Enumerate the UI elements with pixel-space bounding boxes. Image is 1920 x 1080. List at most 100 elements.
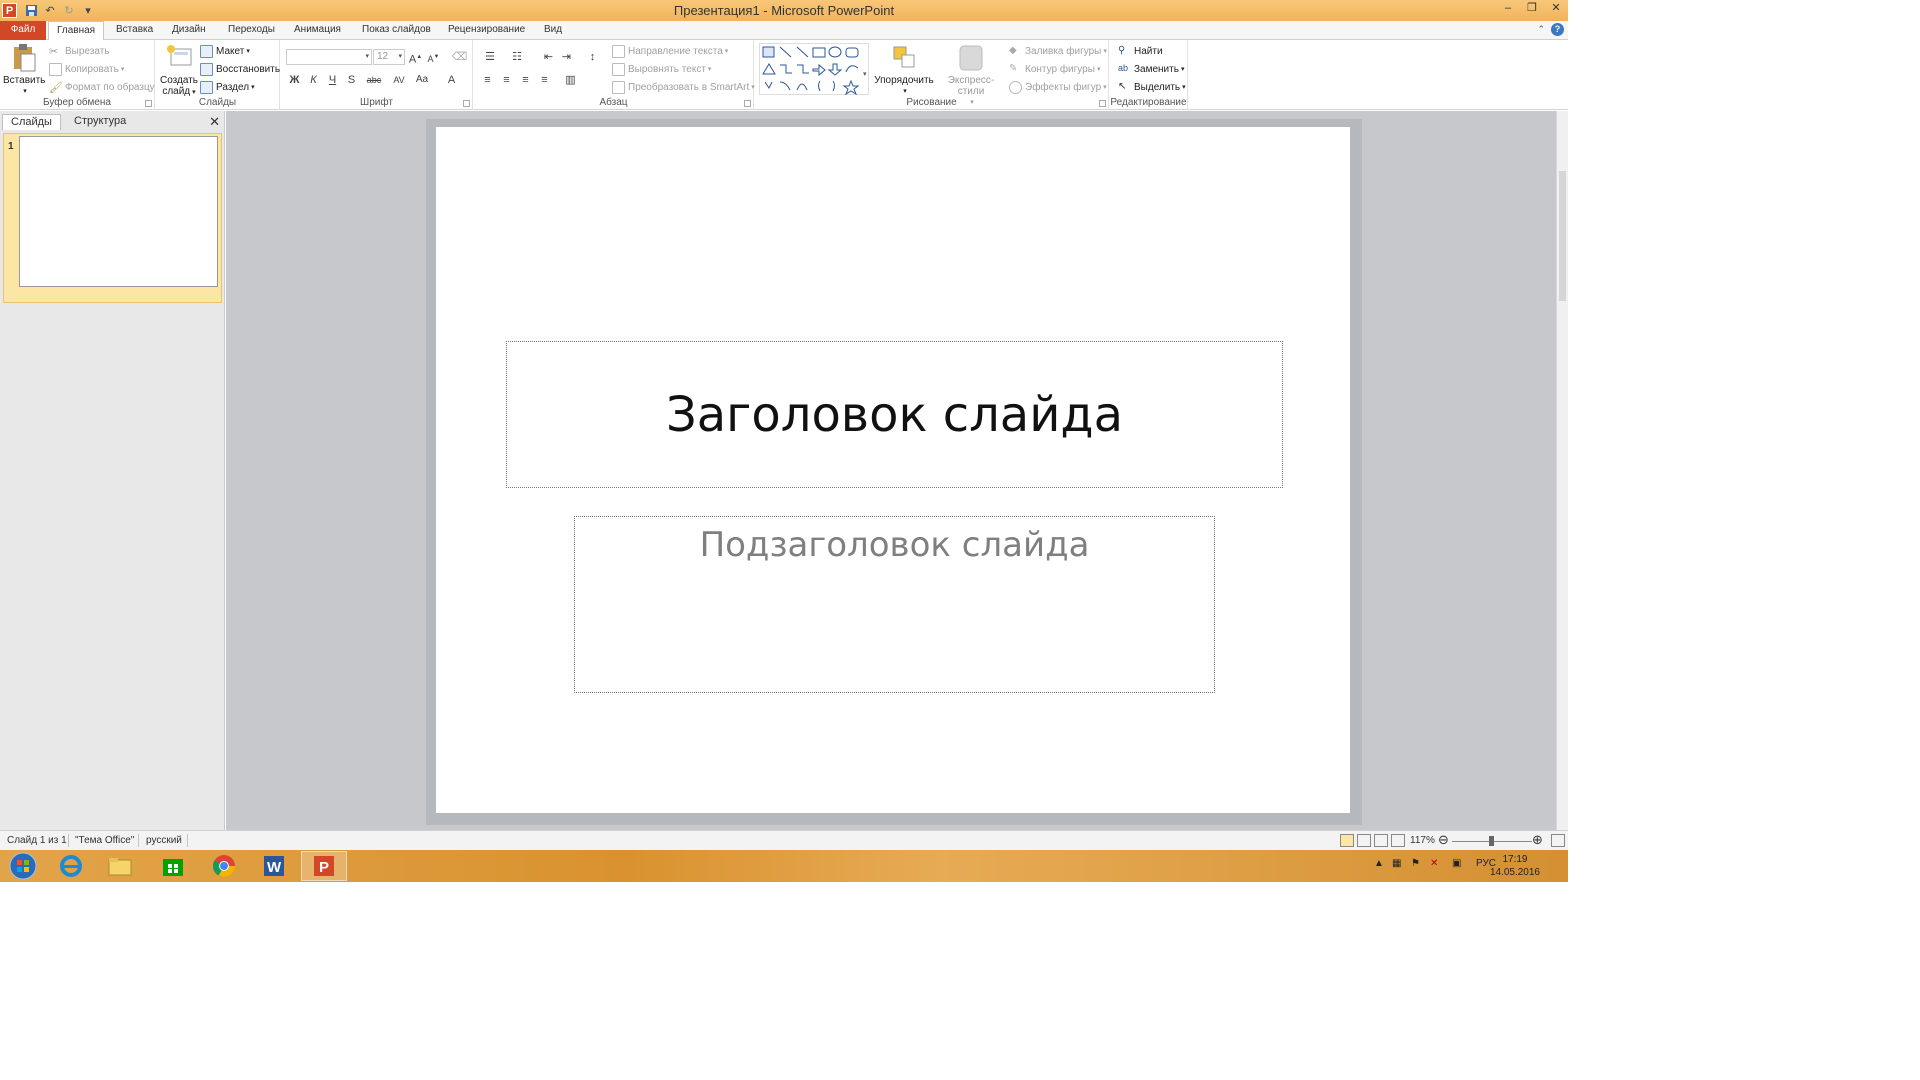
grow-font-icon[interactable]: A▲ [407, 49, 424, 66]
line-spacing-icon[interactable]: ↕ [584, 49, 601, 65]
shape-outline-label: Контур фигуры [1025, 63, 1095, 75]
clipboard-launcher-icon[interactable] [145, 100, 152, 107]
word-icon[interactable]: W [251, 851, 297, 881]
find-button[interactable]: ⚲ Найти [1118, 43, 1163, 59]
reading-view-icon[interactable] [1374, 834, 1388, 847]
powerpoint-taskbar-icon[interactable]: P [301, 851, 347, 881]
normal-view-icon[interactable] [1340, 834, 1354, 847]
format-painter-button[interactable]: 🖌 Формат по образцу [49, 79, 155, 95]
tab-review[interactable]: Рецензирование [440, 21, 533, 40]
change-case-button[interactable]: Aa [411, 72, 433, 88]
zoom-out-icon[interactable]: ⊖ [1438, 832, 1449, 848]
tab-design[interactable]: Дизайн [164, 21, 214, 40]
fit-to-window-icon[interactable] [1551, 834, 1565, 847]
font-family-dropdown-icon[interactable]: ▾ [365, 50, 369, 64]
volume-muted-icon[interactable]: ✕ [1430, 858, 1438, 869]
tab-animation[interactable]: Анимация [286, 21, 349, 40]
minimize-button[interactable]: – [1496, 0, 1520, 18]
font-size-combo[interactable]: 12 ▾ [373, 49, 405, 65]
clear-formatting-icon[interactable]: ⌫ [451, 49, 468, 65]
action-center-icon[interactable]: ▦ [1392, 858, 1401, 869]
file-explorer-icon[interactable] [97, 851, 143, 881]
system-clock[interactable]: 17:19 14.05.2016 [1490, 853, 1540, 879]
replace-button[interactable]: ab Заменить ▾ [1118, 61, 1184, 77]
decrease-indent-icon[interactable]: ⇤ [540, 49, 557, 65]
shrink-font-icon[interactable]: A▼ [425, 49, 442, 65]
copy-button[interactable]: Копировать ▾ [49, 61, 124, 77]
drawing-launcher-icon[interactable] [1099, 100, 1106, 107]
title-placeholder[interactable]: Заголовок слайда [506, 341, 1283, 488]
strikethrough-button[interactable]: abc [363, 72, 385, 88]
shape-effects-button[interactable]: Эффекты фигур ▾ [1009, 79, 1107, 95]
shape-outline-button[interactable]: ✎ Контур фигуры ▾ [1009, 61, 1100, 77]
reset-button[interactable]: Восстановить [200, 61, 280, 77]
start-button[interactable] [0, 851, 46, 881]
font-color-button[interactable]: A [443, 72, 460, 88]
shapes-gallery[interactable]: ▾ [759, 43, 869, 96]
font-family-combo[interactable]: ▾ [286, 49, 372, 65]
svg-text:▾: ▾ [863, 71, 867, 78]
network-icon[interactable]: ▣ [1452, 858, 1461, 869]
close-panel-icon[interactable]: ✕ [209, 114, 220, 130]
minimize-ribbon-icon[interactable]: ⌃ [1537, 24, 1545, 35]
bold-button[interactable]: Ж [286, 72, 303, 88]
numbering-icon[interactable]: ☷ [506, 49, 528, 65]
theme-name[interactable]: "Тема Office" [75, 835, 134, 846]
zoom-slider-knob[interactable] [1489, 836, 1494, 846]
bullets-icon[interactable]: ☰ [479, 49, 501, 65]
align-right-icon[interactable]: ≡ [517, 72, 534, 88]
internet-explorer-icon[interactable] [48, 851, 94, 881]
zoom-level[interactable]: 117% [1410, 835, 1435, 846]
paste-button[interactable]: Вставить ▾ [3, 43, 45, 97]
slide-canvas[interactable]: Заголовок слайда Подзаголовок слайда [436, 127, 1350, 813]
char-spacing-button[interactable]: AV [387, 72, 411, 88]
scrollbar-thumb[interactable] [1559, 171, 1566, 301]
vertical-scrollbar[interactable] [1556, 111, 1568, 830]
language-status[interactable]: русский [146, 835, 182, 846]
store-icon[interactable] [150, 851, 196, 881]
text-shadow-button[interactable]: S [343, 72, 360, 88]
new-slide-label-1: Создать [159, 75, 198, 86]
subtitle-placeholder[interactable]: Подзаголовок слайда [574, 516, 1215, 693]
paragraph-launcher-icon[interactable] [744, 100, 751, 107]
tab-view[interactable]: Вид [536, 21, 570, 40]
columns-icon[interactable]: ▥ [562, 72, 579, 88]
text-direction-button[interactable]: Направление текста ▾ [612, 43, 728, 59]
tab-outline[interactable]: Структура [66, 114, 134, 130]
slide-thumbnail[interactable] [19, 136, 218, 287]
shape-fill-button[interactable]: ◆ Заливка фигуры ▾ [1009, 43, 1107, 59]
underline-button[interactable]: Ч [324, 72, 341, 88]
chrome-icon[interactable] [201, 851, 247, 881]
italic-button[interactable]: К [305, 72, 322, 88]
new-slide-button[interactable]: Создать слайд ▾ [159, 43, 199, 98]
select-button[interactable]: ↖ Выделить ▾ [1118, 79, 1186, 95]
tab-slides[interactable]: Слайды [2, 114, 61, 130]
help-icon[interactable]: ? [1551, 23, 1564, 36]
align-text-label: Выровнять текст [628, 63, 706, 75]
flag-icon[interactable]: ⚑ [1411, 858, 1420, 869]
close-button[interactable]: ✕ [1544, 0, 1568, 18]
tab-insert[interactable]: Вставка [108, 21, 161, 40]
font-size-dropdown-icon[interactable]: ▾ [398, 50, 402, 64]
tab-file[interactable]: Файл [0, 21, 46, 40]
cut-button[interactable]: ✂ Вырезать [49, 43, 109, 59]
section-button[interactable]: Раздел ▾ [200, 79, 255, 95]
slideshow-view-icon[interactable] [1391, 834, 1405, 847]
font-launcher-icon[interactable] [463, 100, 470, 107]
group-drawing: ▾ Упорядочить ▾ Экспресс-стили ▾ ◆ Заливка … [755, 40, 1109, 110]
restore-button[interactable]: ❐ [1520, 0, 1544, 18]
smartart-button[interactable]: Преобразовать в SmartArt ▾ [612, 79, 755, 95]
align-text-button[interactable]: Выровнять текст ▾ [612, 61, 711, 77]
slide-sorter-view-icon[interactable] [1357, 834, 1371, 847]
align-left-icon[interactable]: ≡ [479, 72, 496, 88]
arrange-button[interactable]: Упорядочить ▾ [873, 43, 935, 97]
align-center-icon[interactable]: ≡ [498, 72, 515, 88]
increase-indent-icon[interactable]: ⇥ [558, 49, 575, 65]
zoom-in-icon[interactable]: ⊕ [1532, 832, 1543, 848]
tab-home[interactable]: Главная [48, 21, 105, 41]
justify-icon[interactable]: ≡ [536, 72, 553, 88]
show-hidden-icons-icon[interactable]: ▲ [1374, 858, 1384, 869]
layout-button[interactable]: Макет ▾ [200, 43, 250, 59]
tab-slideshow[interactable]: Показ слайдов [354, 21, 439, 40]
tab-transitions[interactable]: Переходы [220, 21, 283, 40]
